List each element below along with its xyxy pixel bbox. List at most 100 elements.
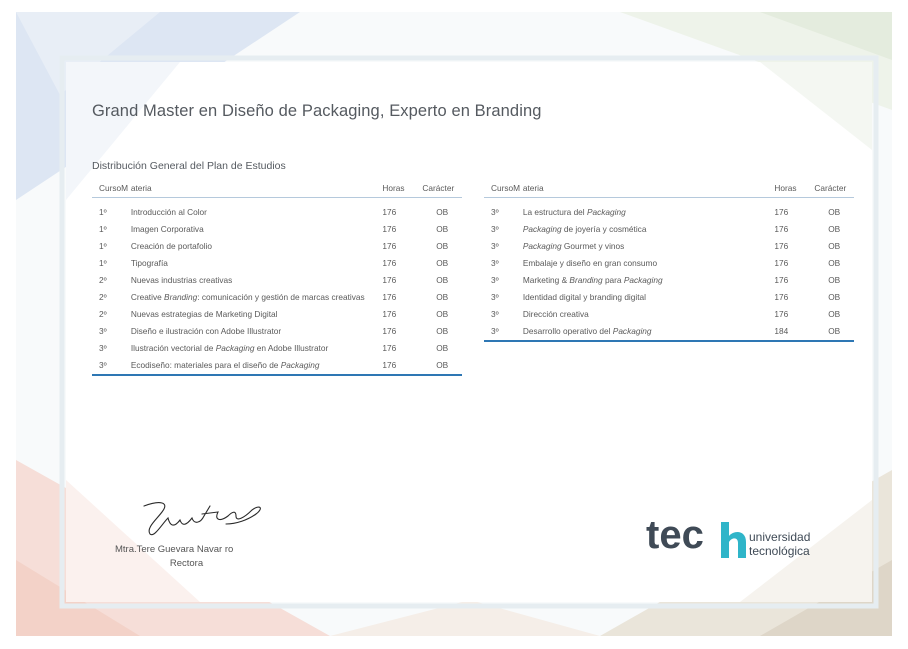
caracter-cell: OB [828,258,841,268]
horas-cell: 176 [382,224,397,234]
horas-cell: 176 [382,357,423,376]
curso-cell: 3º [491,224,499,234]
signatory-role: Rectora [169,558,204,569]
table-row: 3º Packaging Gourmet y vinos 176 OB [484,238,854,255]
curso-cell: 3º [92,357,131,376]
horas-cell: 176 [774,207,789,217]
caracter-cell: OB [436,343,449,353]
horas-cell: 176 [774,275,789,285]
curso-cell: 1º [99,224,107,234]
curso-cell: 3º [491,258,499,268]
table-row: 2º Nuevas estrategias de Marketing Digita… [92,306,462,323]
curso-cell: 3º [491,292,499,302]
curso-cell: 3º [99,326,107,336]
curso-cell: 1º [99,241,107,251]
caracter-cell: OB [422,357,462,376]
section-subtitle: Distribución General del Plan de Estudio… [92,160,286,172]
caracter-cell: OB [828,241,841,251]
signature-image [143,502,261,536]
table-row: 3º Ilustración vectorial de Packaging en … [92,340,462,357]
header-materia: ateria [130,182,383,198]
header-curso: CursoM [484,182,523,198]
logo-h-icon [721,522,746,558]
logo-tecnologica: tecnológica [749,544,810,558]
horas-cell: 176 [382,326,397,336]
curso-cell: 3º [491,275,499,285]
materia-cell: Packaging de joyería y cosmética [522,224,647,234]
caracter-cell: OB [828,309,841,319]
materia-cell: Marketing & Branding para Packaging [522,275,663,285]
table-header-row: CursoM ateria Horas Carácter [92,182,462,198]
header-horas: Horas [774,182,815,198]
curso-cell: 2º [99,309,107,319]
page-title: Grand Master en Diseño de Packaging, Exp… [92,102,542,120]
table-row: 1º Imagen Corporativa 176 OB [92,221,462,238]
materia-cell: Desarrollo operativo del Packaging [522,323,775,342]
materia-cell: Dirección creativa [522,309,589,319]
caracter-cell: OB [828,224,841,234]
horas-cell: 176 [774,309,789,319]
curso-cell: 1º [99,258,107,268]
table-row: 3º Diseño e ilustración con Adobe Illustr… [92,323,462,340]
table-row: 2º Creative Branding: comunicación y gest… [92,289,462,306]
materia-cell: Embalaje y diseño en gran consumo [522,258,658,268]
curso-cell: 3º [99,343,107,353]
curso-cell: 3º [491,309,499,319]
horas-cell: 184 [774,323,815,342]
caracter-cell: OB [436,309,449,319]
signatory-name: Mtra.Tere Guevara Navar ro [115,544,234,555]
materia-cell: Creación de portafolio [130,241,213,251]
caracter-cell: OB [436,275,449,285]
caracter-cell: OB [828,207,841,217]
horas-cell: 176 [382,343,397,353]
materia-cell: Packaging Gourmet y vinos [522,241,625,251]
curso-cell: 2º [99,275,107,285]
horas-cell: 176 [774,241,789,251]
header-caracter: Carácter [422,182,462,198]
horas-cell: 176 [774,258,789,268]
caracter-cell: OB [814,323,854,342]
table-row: 3º Dirección creativa 176 OB [484,306,854,323]
materia-cell: La estructura del Packaging [522,207,626,217]
table-row: 1º Creación de portafolio 176 OB [92,238,462,255]
caracter-cell: OB [828,292,841,302]
horas-cell: 176 [382,258,397,268]
table-row: 1º Tipografía 176 OB [92,255,462,272]
horas-cell: 176 [774,224,789,234]
materia-cell: Ecodiseño: materiales para el diseño de … [130,357,383,376]
table-row: 1º Introducción al Color 176 OB [92,198,462,222]
table-row: 3º Packaging de joyería y cosmética 176 OB [484,221,854,238]
materia-cell: Imagen Corporativa [130,224,204,234]
materia-cell: Nuevas industrias creativas [130,275,233,285]
header-materia: ateria [522,182,775,198]
table-row: 3º La estructura del Packaging 176 OB [484,198,854,222]
materia-cell: Diseño e ilustración con Adobe Illustrat… [130,326,282,336]
curriculum-table-left: CursoM ateria Horas Carácter 1º Introducc… [92,182,462,376]
materia-cell: Nuevas estrategias de Marketing Digital [130,309,278,319]
caracter-cell: OB [436,241,449,251]
table-header-row: CursoM ateria Horas Carácter [484,182,854,198]
caracter-cell: OB [436,292,449,302]
curso-cell: 2º [99,292,107,302]
curso-cell: 3º [484,323,523,342]
curriculum-table-right: CursoM ateria Horas Carácter 3º La estruc… [484,182,854,342]
horas-cell: 176 [382,292,397,302]
table-row: 3º Embalaje y diseño en gran consumo 176 OB [484,255,854,272]
table-row: 3º Marketing & Branding para Packaging 176… [484,272,854,289]
header-caracter: Carácter [814,182,854,198]
caracter-cell: OB [436,326,449,336]
horas-cell: 176 [382,241,397,251]
curso-cell: 3º [491,241,499,251]
caracter-cell: OB [436,224,449,234]
materia-cell: Creative Branding: comunicación y gestió… [130,292,365,302]
logo-universidad: universidad [749,530,811,544]
materia-cell: Tipografía [130,258,168,268]
header-horas: Horas [382,182,423,198]
table-row: 3º Ecodiseño: materiales para el diseño d… [92,357,462,376]
materia-cell: Identidad digital y branding digital [522,292,647,302]
table-row: 2º Nuevas industrias creativas 176 OB [92,272,462,289]
curso-cell: 1º [99,207,107,217]
horas-cell: 176 [382,309,397,319]
horas-cell: 176 [382,207,397,217]
header-curso: CursoM [92,182,131,198]
